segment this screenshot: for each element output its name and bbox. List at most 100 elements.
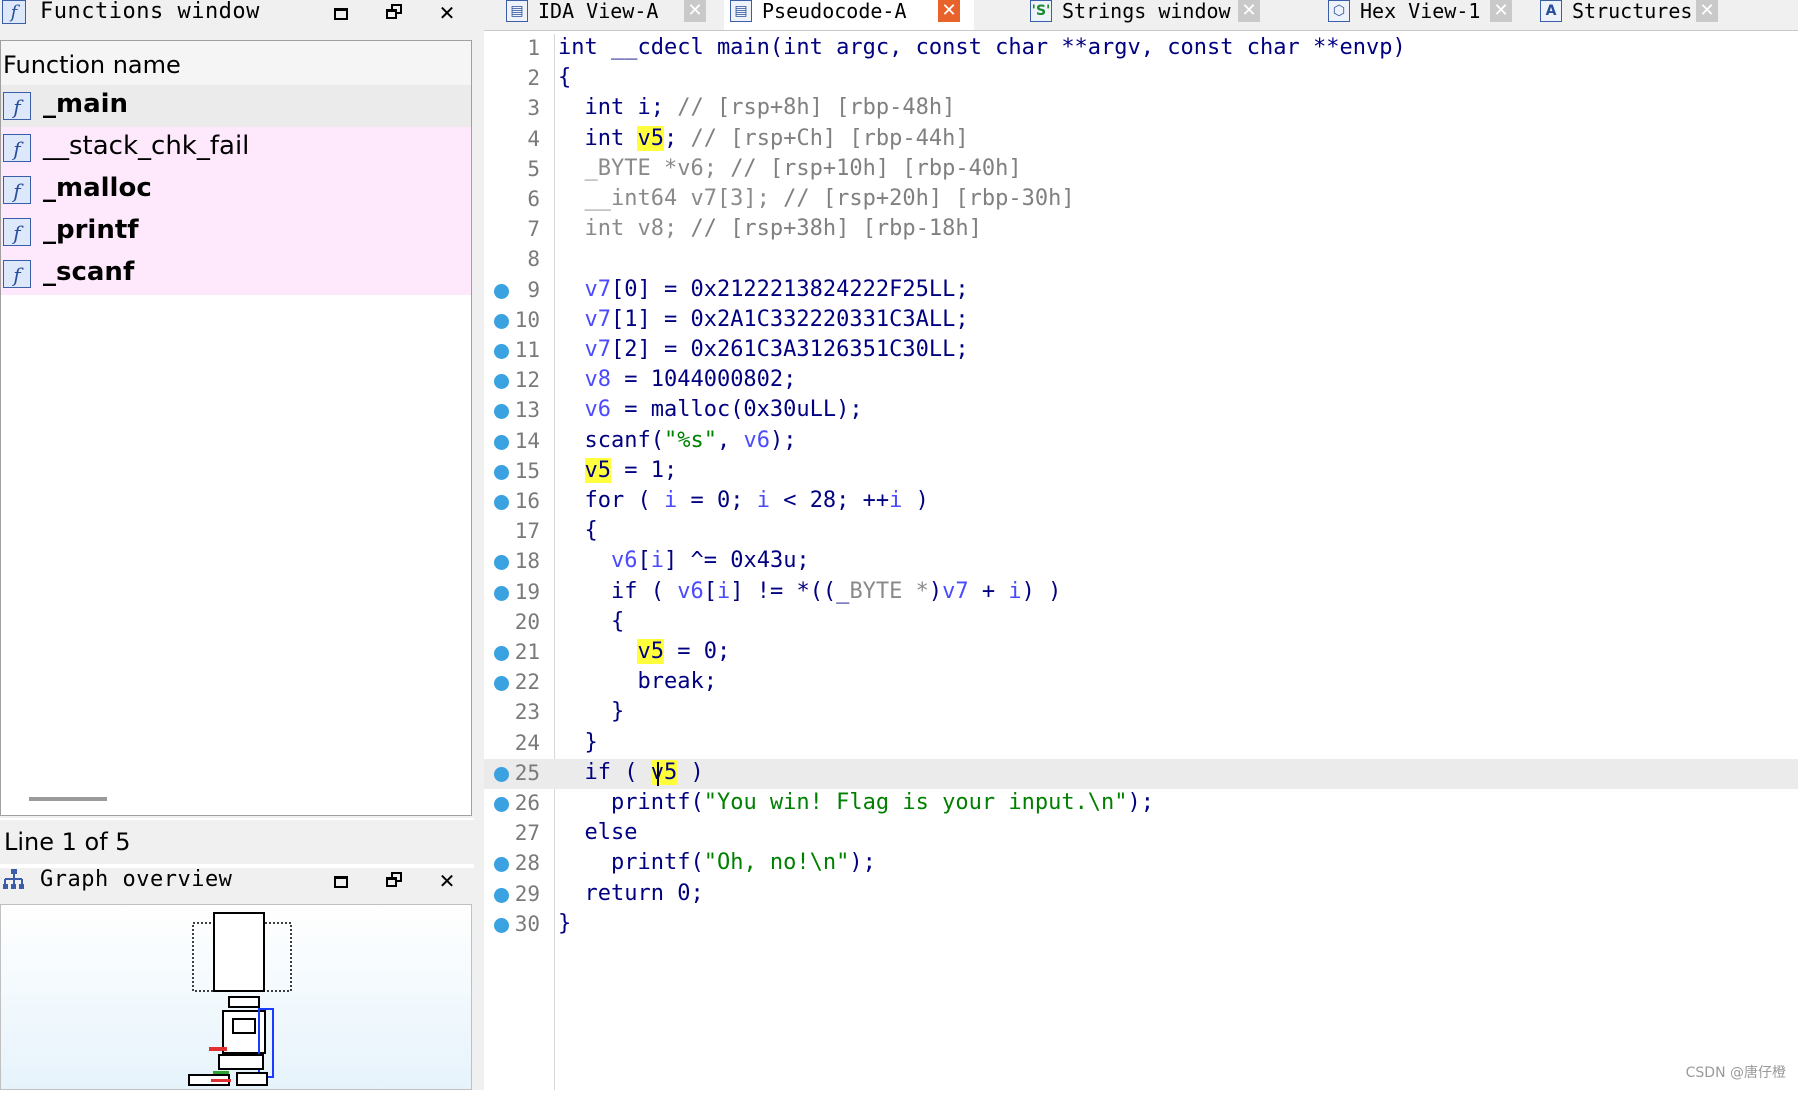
code-line[interactable]: 6 __int64 v7[3]; // [rsp+20h] [rbp-30h] bbox=[484, 185, 1798, 215]
code-line[interactable]: 14 scanf("%s", v6); bbox=[484, 427, 1798, 457]
code-text[interactable]: v5 = 1; bbox=[558, 457, 677, 483]
code-line[interactable]: 7 int v8; // [rsp+38h] [rbp-18h] bbox=[484, 215, 1798, 245]
breakpoint-dot-icon[interactable] bbox=[494, 464, 509, 480]
close-icon[interactable]: ✕ bbox=[436, 2, 458, 24]
maximize-icon[interactable] bbox=[330, 2, 352, 24]
code-text[interactable]: printf("You win! Flag is your input.\n")… bbox=[558, 790, 1154, 815]
code-text[interactable]: else bbox=[558, 820, 637, 845]
breakpoint-dot-icon[interactable] bbox=[494, 857, 509, 873]
function-list[interactable]: Function name f _main f __stack_chk_fail f _m… bbox=[0, 40, 472, 816]
function-row[interactable]: f __stack_chk_fail bbox=[1, 127, 471, 169]
code-text[interactable]: } bbox=[558, 699, 624, 724]
code-text[interactable]: } bbox=[558, 730, 597, 755]
code-line[interactable]: 5 _BYTE *v6; // [rsp+10h] [rbp-40h] bbox=[484, 155, 1798, 185]
horizontal-scrollbar[interactable] bbox=[29, 797, 107, 801]
code-line[interactable]: 22 break; bbox=[484, 668, 1798, 698]
code-text[interactable]: if ( v5 ) bbox=[558, 759, 704, 785]
code-line[interactable]: 30} bbox=[484, 910, 1798, 940]
code-line[interactable]: 12 v8 = 1044000802; bbox=[484, 366, 1798, 396]
tab-pseudocode-a[interactable]: ▤ Pseudocode-A ✕ bbox=[724, 0, 974, 30]
tab-hex-view-1[interactable]: ⬡ Hex View-1 ✕ bbox=[1322, 0, 1522, 30]
code-text[interactable]: v7[2] = 0x261C3A3126351C30LL; bbox=[558, 337, 968, 362]
maximize-icon[interactable] bbox=[330, 870, 352, 892]
tab-close-icon[interactable]: ✕ bbox=[1238, 0, 1260, 22]
code-line[interactable]: 27 else bbox=[484, 819, 1798, 849]
breakpoint-dot-icon[interactable] bbox=[494, 434, 509, 450]
breakpoint-dot-icon[interactable] bbox=[494, 917, 509, 933]
breakpoint-dot-icon[interactable] bbox=[494, 404, 509, 420]
code-line[interactable]: 16 for ( i = 0; i < 28; ++i ) bbox=[484, 487, 1798, 517]
code-text[interactable]: { bbox=[558, 65, 571, 90]
code-text[interactable]: int __cdecl main(int argc, const char **… bbox=[558, 35, 1406, 60]
code-text[interactable]: break; bbox=[558, 669, 716, 694]
code-text[interactable]: { bbox=[558, 609, 624, 634]
breakpoint-dot-icon[interactable] bbox=[494, 283, 509, 299]
code-line[interactable]: 9 v7[0] = 0x2122213824222F25LL; bbox=[484, 276, 1798, 306]
code-line[interactable]: 21 v5 = 0; bbox=[484, 638, 1798, 668]
code-line[interactable]: 3 int i; // [rsp+8h] [rbp-48h] bbox=[484, 94, 1798, 124]
pseudocode-view[interactable]: 1 int __cdecl main(int argc, const char *… bbox=[484, 34, 1798, 1090]
function-row[interactable]: f _malloc bbox=[1, 169, 471, 211]
code-line[interactable]: 18 v6[i] ^= 0x43u; bbox=[484, 547, 1798, 577]
breakpoint-dot-icon[interactable] bbox=[494, 374, 509, 390]
code-line[interactable]: 20 { bbox=[484, 608, 1798, 638]
code-text[interactable]: v5 = 0; bbox=[558, 639, 730, 664]
code-line[interactable]: 15 v5 = 1; bbox=[484, 457, 1798, 487]
code-text[interactable]: printf("Oh, no!\n"); bbox=[558, 850, 876, 875]
breakpoint-dot-icon[interactable] bbox=[494, 555, 509, 571]
function-row[interactable]: f _main bbox=[1, 85, 471, 127]
code-line[interactable]: 1 int __cdecl main(int argc, const char *… bbox=[484, 34, 1798, 64]
code-text[interactable]: _BYTE *v6; // [rsp+10h] [rbp-40h] bbox=[558, 156, 1021, 181]
breakpoint-dot-icon[interactable] bbox=[494, 887, 509, 903]
breakpoint-dot-icon[interactable] bbox=[494, 797, 509, 812]
code-line[interactable]: 25 if ( v5 ) bbox=[484, 758, 1798, 789]
code-text[interactable]: int v8; // [rsp+38h] [rbp-18h] bbox=[558, 216, 981, 241]
code-line[interactable]: 8 bbox=[484, 245, 1798, 275]
code-text[interactable]: { bbox=[558, 518, 597, 543]
function-row[interactable]: f _printf bbox=[1, 211, 471, 253]
restore-icon[interactable] bbox=[384, 2, 406, 24]
code-text[interactable]: v7[0] = 0x2122213824222F25LL; bbox=[558, 277, 968, 302]
code-line[interactable]: 11 v7[2] = 0x261C3A3126351C30LL; bbox=[484, 336, 1798, 366]
pane-splitter[interactable] bbox=[474, 0, 484, 1090]
code-text[interactable]: for ( i = 0; i < 28; ++i ) bbox=[558, 488, 928, 513]
code-line[interactable]: 26 printf("You win! Flag is your input.\… bbox=[484, 789, 1798, 819]
code-text[interactable]: __int64 v7[3]; // [rsp+20h] [rbp-30h] bbox=[558, 186, 1074, 211]
code-text[interactable]: scanf("%s", v6); bbox=[558, 428, 796, 453]
code-line[interactable]: 2{ bbox=[484, 64, 1798, 94]
breakpoint-dot-icon[interactable] bbox=[494, 676, 509, 692]
column-header-function-name[interactable]: Function name bbox=[1, 41, 471, 86]
code-line[interactable]: 24 } bbox=[484, 729, 1798, 759]
tab-close-icon[interactable]: ✕ bbox=[938, 0, 960, 22]
code-line[interactable]: 17 { bbox=[484, 517, 1798, 547]
breakpoint-dot-icon[interactable] bbox=[494, 585, 509, 601]
tab-strings-window[interactable]: 'S' Strings window ✕ bbox=[1024, 0, 1274, 30]
code-text[interactable]: } bbox=[558, 911, 571, 936]
restore-icon[interactable] bbox=[384, 870, 406, 892]
tab-close-icon[interactable]: ✕ bbox=[1696, 0, 1718, 22]
code-line[interactable]: 19 if ( v6[i] != *((_BYTE *)v7 + i) ) bbox=[484, 578, 1798, 608]
code-line[interactable]: 13 v6 = malloc(0x30uLL); bbox=[484, 396, 1798, 426]
tab-close-icon[interactable]: ✕ bbox=[684, 0, 706, 22]
breakpoint-dot-icon[interactable] bbox=[494, 766, 509, 782]
code-line[interactable]: 4 int v5; // [rsp+Ch] [rbp-44h] bbox=[484, 125, 1798, 155]
code-text[interactable]: int v5; // [rsp+Ch] [rbp-44h] bbox=[558, 125, 969, 151]
breakpoint-dot-icon[interactable] bbox=[494, 646, 509, 661]
breakpoint-dot-icon[interactable] bbox=[494, 495, 509, 510]
breakpoint-dot-icon[interactable] bbox=[494, 313, 509, 329]
code-text[interactable]: int i; // [rsp+8h] [rbp-48h] bbox=[558, 95, 955, 120]
code-text[interactable]: if ( v6[i] != *((_BYTE *)v7 + i) ) bbox=[558, 579, 1061, 604]
function-row[interactable]: f _scanf bbox=[1, 253, 471, 295]
code-line[interactable]: 23 } bbox=[484, 698, 1798, 728]
breakpoint-dot-icon[interactable] bbox=[494, 344, 509, 359]
code-text[interactable]: v6 = malloc(0x30uLL); bbox=[558, 397, 862, 422]
code-line[interactable]: 28 printf("Oh, no!\n"); bbox=[484, 849, 1798, 879]
code-text[interactable]: v6[i] ^= 0x43u; bbox=[558, 548, 810, 573]
code-text[interactable]: v7[1] = 0x2A1C332220331C3ALL; bbox=[558, 307, 968, 332]
tab-close-icon[interactable]: ✕ bbox=[1490, 0, 1512, 22]
tab-structures[interactable]: A Structures ✕ bbox=[1534, 0, 1734, 30]
code-line[interactable]: 10 v7[1] = 0x2A1C332220331C3ALL; bbox=[484, 306, 1798, 336]
close-icon[interactable]: ✕ bbox=[436, 870, 458, 892]
tab-ida-view-a[interactable]: ▤ IDA View-A ✕ bbox=[500, 0, 710, 30]
code-text[interactable]: return 0; bbox=[558, 881, 703, 906]
